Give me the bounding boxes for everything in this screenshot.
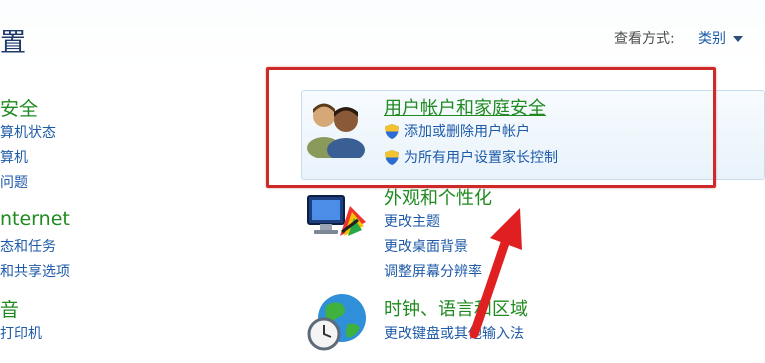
- internet-link-1[interactable]: 态和任务: [0, 236, 56, 256]
- chevron-down-icon: [733, 36, 743, 42]
- change-background-link[interactable]: 更改桌面背景: [384, 236, 468, 256]
- clock-globe-icon: [307, 294, 366, 351]
- change-theme-link[interactable]: 更改主题: [384, 211, 440, 231]
- appearance-icon: [307, 195, 366, 236]
- red-arrow-icon: [469, 208, 522, 339]
- category-heading-internet[interactable]: nternet: [0, 208, 70, 230]
- security-link-1[interactable]: 算机状态: [0, 122, 56, 142]
- view-mode-dropdown[interactable]: 类别: [698, 28, 743, 48]
- view-mode-label: 查看方式:: [614, 31, 675, 47]
- security-link-3[interactable]: 问题: [0, 172, 28, 192]
- partial-link[interactable]: [384, 347, 388, 363]
- category-heading-security[interactable]: 安全: [0, 94, 38, 121]
- security-link-2[interactable]: 算机: [0, 147, 28, 167]
- highlight-box-annotation: [266, 67, 716, 188]
- internet-link-2[interactable]: 和共享选项: [0, 261, 70, 281]
- category-heading-sound[interactable]: 音: [0, 295, 19, 322]
- view-mode-value: 类别: [698, 31, 726, 47]
- sound-link-1[interactable]: 打印机: [0, 323, 42, 343]
- page-title: 置: [0, 28, 27, 58]
